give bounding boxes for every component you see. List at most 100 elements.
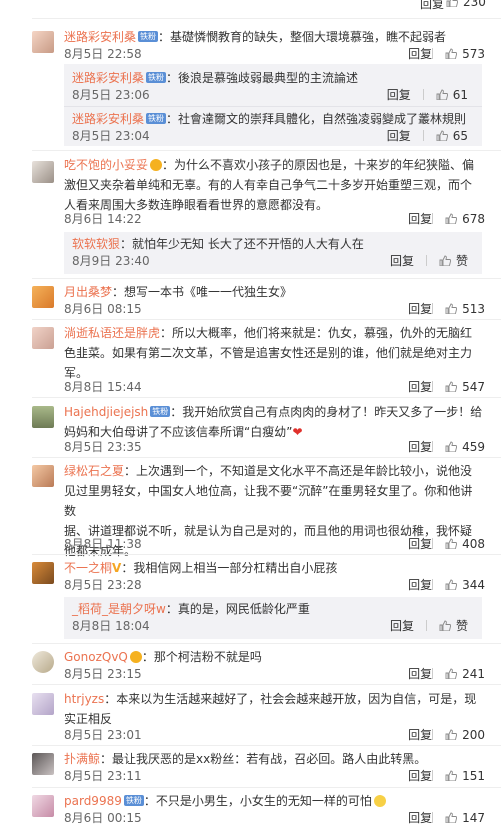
avatar[interactable]: [32, 161, 54, 183]
user-name[interactable]: 迷路彩安利桑: [64, 30, 136, 44]
reply-button[interactable]: 回复: [408, 212, 432, 226]
user-name[interactable]: 迷路彩安利桑: [72, 112, 144, 126]
like-button[interactable]: 547: [445, 380, 485, 394]
reply-button[interactable]: 回复: [390, 254, 414, 268]
thumb-up-icon: [445, 668, 458, 679]
like-button[interactable]: 241: [445, 667, 485, 681]
divider: [32, 684, 501, 685]
comment-content: ：上次遇到一个，不知道是文化水平不高还是年龄比较小，说他没: [124, 464, 473, 478]
avatar[interactable]: [32, 795, 54, 817]
thumb-up-icon: [436, 130, 448, 141]
comment-text: htrjyzs：本来以为生活越来越好了，社会会越来越开放，因为自信，可是，现 实…: [64, 689, 484, 729]
reply-button[interactable]: 回复: [408, 578, 432, 592]
reply-button[interactable]: 回复: [408, 302, 432, 316]
comment-content: ：基礎憐憫教育的缺失，整個大環境慕強，瞧不起弱者: [158, 30, 447, 44]
user-name[interactable]: 不一之桐: [64, 561, 112, 575]
avatar[interactable]: [32, 651, 54, 673]
user-name[interactable]: 吃不饱的小妥妥: [64, 158, 148, 172]
user-name[interactable]: 绿松石之夏: [64, 464, 124, 478]
thumb-up-icon: [436, 89, 448, 100]
reply-button[interactable]: 回复: [408, 667, 432, 681]
thumb-up-icon: [439, 255, 451, 266]
comment-text: 淌逝私语还是胖虎：所以大概率，他们将来就是：仇女，慕强，仇外的无脑红 色韭菜。如…: [64, 323, 484, 383]
like-button[interactable]: 65: [436, 129, 468, 143]
fan-badge: 铁粉: [146, 72, 167, 83]
divider: [32, 457, 501, 458]
like-label: 赞: [455, 254, 468, 268]
thumb-up-icon: [445, 729, 458, 740]
like-button[interactable]: 678: [445, 212, 485, 226]
avatar[interactable]: [32, 31, 54, 53]
reply-button[interactable]: 回复: [408, 47, 432, 61]
user-name[interactable]: 月出桑梦: [64, 285, 112, 299]
divider: [32, 397, 501, 398]
reply-button[interactable]: 回复: [408, 440, 432, 454]
comment-text: 扑满鲸：最让我厌恶的是xx粉丝：若有战，召必回。路人由此转黑。: [64, 749, 484, 769]
reply-button[interactable]: 回复: [420, 0, 444, 12]
like-button[interactable]: 230: [446, 0, 486, 9]
like-button[interactable]: 赞: [439, 619, 468, 633]
reply-actions: 回复 61: [387, 86, 468, 103]
reply-content: ：社會達爾文的崇拜具體化，自然強凌弱變成了叢林規則: [166, 112, 467, 126]
fan-badge: 铁粉: [150, 406, 171, 417]
user-name[interactable]: pard9989: [64, 794, 122, 808]
avatar[interactable]: [32, 562, 54, 584]
reply-button[interactable]: 回复: [390, 619, 414, 633]
comment-time: 8月5日 23:35: [64, 440, 142, 454]
thumb-up-icon: [445, 441, 458, 452]
comment-content: ：所以大概率，他们将来就是：仇女，慕强，仇外的无脑红: [160, 326, 473, 340]
reply-button[interactable]: 回复: [408, 537, 432, 551]
comment-time: 8月5日 23:28: [64, 578, 142, 592]
user-name[interactable]: htrjyzs: [64, 692, 104, 706]
avatar[interactable]: [32, 406, 54, 428]
reply-text: 迷路彩安利桑 铁粉 ：後浪是慕強歧弱最典型的主流論述: [72, 68, 358, 88]
avatar[interactable]: [32, 465, 54, 487]
reply-button[interactable]: 回复: [387, 88, 411, 102]
comment-text: 吃不饱的小妥妥 ：为什么不喜欢小孩子的原因也是，十来岁的年纪狭隘、偏 激但又夹杂着…: [64, 155, 484, 215]
divider: [64, 106, 482, 107]
like-button[interactable]: 赞: [439, 254, 468, 268]
reply-button[interactable]: 回复: [408, 769, 432, 783]
reply-time: 8月8日 18:04: [72, 619, 150, 633]
comment-content: ：为什么不喜欢小孩子的原因也是，十来岁的年纪狭隘、偏: [162, 158, 475, 172]
avatar[interactable]: [32, 753, 54, 775]
like-button[interactable]: 61: [436, 88, 468, 102]
like-button[interactable]: 147: [445, 811, 485, 825]
user-name[interactable]: _稻荷_是朝夕呀w: [72, 602, 166, 616]
like-button[interactable]: 459: [445, 440, 485, 454]
reply-button[interactable]: 回复: [408, 811, 432, 825]
like-button[interactable]: 573: [445, 47, 485, 61]
user-name[interactable]: GonozQvQ: [64, 650, 128, 664]
user-name[interactable]: 淌逝私语还是胖虎: [64, 326, 160, 340]
reply-text: 迷路彩安利桑 铁粉 ：社會達爾文的崇拜具體化，自然強凌弱變成了叢林規則: [72, 109, 466, 129]
comment-content: ：不只是小男生，小女生的无知一样的可怕: [143, 794, 372, 808]
avatar[interactable]: [32, 693, 54, 715]
comment-time: 8月8日 11:38: [64, 537, 142, 551]
like-label: 赞: [455, 619, 468, 633]
user-name[interactable]: 迷路彩安利桑: [72, 71, 144, 85]
like-button[interactable]: 408: [445, 537, 485, 551]
comment-time: 8月5日 22:58: [64, 47, 142, 61]
like-button[interactable]: 200: [445, 728, 485, 742]
like-count: 230: [463, 0, 486, 9]
divider: [32, 18, 501, 19]
like-button[interactable]: 151: [445, 769, 485, 783]
like-button[interactable]: 513: [445, 302, 485, 316]
comment-content: 激但又夹杂着单纯和无辜。有的人有幸自己争气二十多岁开始重塑三观，而个: [64, 178, 473, 192]
avatar[interactable]: [32, 286, 54, 308]
reply-button[interactable]: 回复: [387, 129, 411, 143]
user-name[interactable]: 扑满鲸: [64, 752, 100, 766]
thumb-up-icon: [439, 620, 451, 631]
user-name[interactable]: 软软软狠: [72, 237, 120, 251]
comment-content: ：想写一本书《唯一一代独生女》: [112, 285, 293, 299]
thumb-up-icon: [445, 538, 458, 549]
like-button[interactable]: 344: [445, 578, 485, 592]
reply-button[interactable]: 回复: [408, 380, 432, 394]
avatar[interactable]: [32, 327, 54, 349]
user-name[interactable]: Hajehdjiejejsh: [64, 405, 148, 419]
comment-time: 8月8日 15:44: [64, 380, 142, 394]
reply-button[interactable]: 回复: [408, 728, 432, 742]
reply-thread: 迷路彩安利桑 铁粉 ：後浪是慕強歧弱最典型的主流論述 8月5日 23:06 回复 61…: [64, 64, 482, 146]
thumb-up-icon: [446, 0, 458, 7]
smile-emoji-icon: [373, 795, 386, 807]
